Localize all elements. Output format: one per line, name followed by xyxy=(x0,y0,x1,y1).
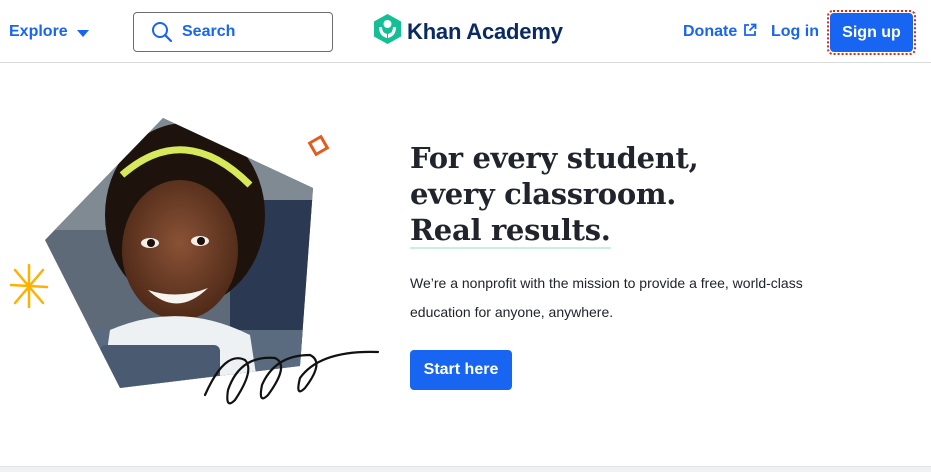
hero-illustration xyxy=(0,100,400,420)
login-link[interactable]: Log in xyxy=(771,20,819,44)
headline-line-3: Real results. xyxy=(410,213,611,249)
headline-line-1: For every student, xyxy=(410,141,699,175)
logo-text: Khan Academy xyxy=(407,19,563,44)
khan-academy-logo[interactable]: Khan Academy xyxy=(374,14,563,50)
donate-link[interactable]: Donate xyxy=(683,20,757,44)
headline-line-2: every classroom. xyxy=(410,177,677,211)
diamond-decoration xyxy=(307,134,330,157)
description-line-2: education for anyone, anywhere. xyxy=(410,304,614,320)
explore-menu-button[interactable]: Explore xyxy=(9,20,89,44)
hero-description: We’re a nonprofit with the mission to pr… xyxy=(410,269,830,327)
khan-academy-logo-icon xyxy=(374,14,401,50)
top-nav-bar: Explore Search Khan Academy Donate Log i… xyxy=(0,0,931,63)
explore-label: Explore xyxy=(9,23,68,40)
search-icon xyxy=(151,21,173,43)
start-here-button[interactable]: Start here xyxy=(410,350,512,390)
external-link-icon xyxy=(743,23,757,42)
signup-label: Sign up xyxy=(842,23,901,41)
description-line-1: We’re a nonprofit with the mission to pr… xyxy=(410,275,803,291)
start-here-label: Start here xyxy=(423,361,499,378)
student-photo xyxy=(45,118,313,388)
donate-label: Donate xyxy=(683,23,738,40)
search-input[interactable]: Search xyxy=(133,12,333,52)
signup-button[interactable]: Sign up xyxy=(830,13,913,52)
sparkle-decoration xyxy=(9,263,49,309)
section-divider xyxy=(0,466,931,472)
hero-headline: For every student, every classroom. Real… xyxy=(410,140,699,249)
chevron-down-icon xyxy=(76,29,89,37)
login-label: Log in xyxy=(771,23,819,40)
search-placeholder: Search xyxy=(182,23,236,40)
